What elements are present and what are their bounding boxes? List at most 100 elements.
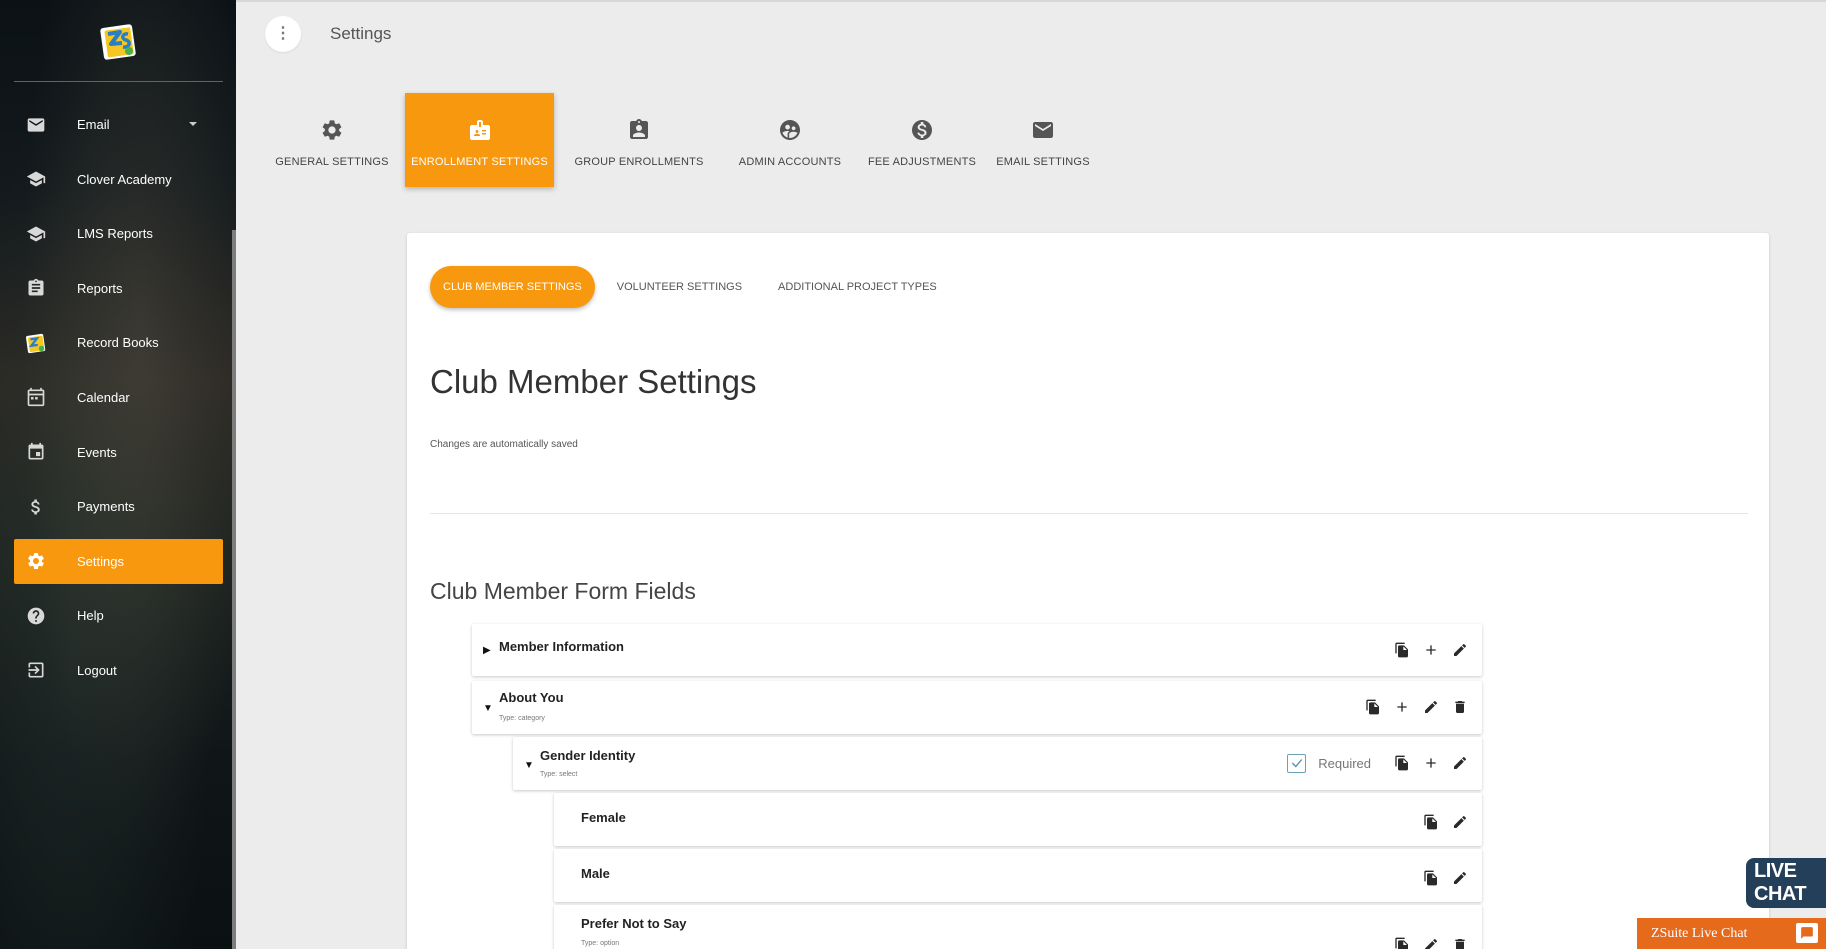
required-toggle[interactable]: Required <box>1287 753 1371 773</box>
subtab-additional-project-types[interactable]: ADDITIONAL PROJECT TYPES <box>760 266 955 308</box>
field-type: Type: category <box>499 715 545 722</box>
sidebar-item-label: Clover Academy <box>77 171 172 187</box>
dollar-icon <box>25 496 47 518</box>
sidebar-item-lms-reports[interactable]: LMS Reports <box>14 211 223 256</box>
sidebar: Email Clover Academy LMS Reports Reports… <box>0 0 236 949</box>
copy-icon <box>1394 642 1408 658</box>
tab-label: FEE ADJUSTMENTS <box>867 156 977 168</box>
sidebar-item-label: Reports <box>77 280 123 296</box>
badge-icon <box>469 120 490 140</box>
edit-button[interactable] <box>1416 693 1445 722</box>
form-fields-heading: Club Member Form Fields <box>430 578 696 604</box>
chat-bubble-icon[interactable] <box>1796 923 1818 943</box>
copy-icon <box>1365 699 1379 715</box>
copy-icon <box>1423 870 1437 886</box>
sidebar-item-label: Help <box>77 608 104 624</box>
sidebar-item-events[interactable]: Events <box>14 430 223 475</box>
sidebar-item-calendar[interactable]: Calendar <box>14 375 223 420</box>
tab-fee-adjustments[interactable]: FEE ADJUSTMENTS <box>862 93 982 187</box>
duplicate-button[interactable] <box>1387 931 1416 949</box>
sidebar-item-settings[interactable]: Settings <box>14 538 223 584</box>
check-icon <box>1291 759 1302 768</box>
edit-button[interactable] <box>1445 636 1474 665</box>
pencil-icon <box>1453 643 1466 656</box>
assignment-ind-icon <box>630 119 648 139</box>
sidebar-item-logout[interactable]: Logout <box>14 648 223 693</box>
sidebar-scrollbar[interactable] <box>232 230 236 949</box>
field-row-gender-identity[interactable]: ▼ Gender Identity Type: select Required <box>513 737 1482 790</box>
collapse-arrow-icon[interactable]: ▼ <box>524 760 534 771</box>
zsuite-logo[interactable] <box>98 20 138 62</box>
autosave-note: Changes are automatically saved <box>430 439 578 450</box>
pencil-icon <box>1453 815 1466 828</box>
page-title: Settings <box>330 24 392 43</box>
option-row-prefer-not-to-say[interactable]: Prefer Not to Say Type: option <box>554 905 1482 949</box>
option-row-female[interactable]: Female <box>554 793 1482 846</box>
add-button[interactable] <box>1416 749 1445 778</box>
duplicate-button[interactable] <box>1416 808 1445 837</box>
duplicate-button[interactable] <box>1387 636 1416 665</box>
add-button[interactable] <box>1387 693 1416 722</box>
tab-label: ADMIN ACCOUNTS <box>738 156 842 168</box>
edit-button[interactable] <box>1445 808 1474 837</box>
add-button[interactable] <box>1416 636 1445 665</box>
chevron-down-icon[interactable] <box>189 122 197 126</box>
tab-label: ENROLLMENT SETTINGS <box>411 156 548 168</box>
copy-icon <box>1423 814 1437 830</box>
topbar-border <box>236 0 1826 2</box>
tab-email-settings[interactable]: EMAIL SETTINGS <box>988 93 1098 187</box>
more-menu-button[interactable]: ⋮ <box>265 16 301 52</box>
edit-button[interactable] <box>1416 931 1445 949</box>
sidebar-item-clover-academy[interactable]: Clover Academy <box>14 157 223 202</box>
sidebar-item-email[interactable]: Email <box>14 102 223 147</box>
sidebar-item-record-books[interactable]: Record Books <box>14 320 223 365</box>
tab-general-settings[interactable]: GENERAL SETTINGS <box>272 93 392 187</box>
edit-button[interactable] <box>1445 864 1474 893</box>
pencil-icon <box>1453 871 1466 884</box>
option-label: Prefer Not to Say <box>581 916 687 931</box>
collapse-arrow-icon[interactable]: ▼ <box>483 703 493 714</box>
sidebar-item-help[interactable]: Help <box>14 593 223 638</box>
divider <box>430 513 1748 514</box>
sidebar-item-label: Calendar <box>77 389 130 405</box>
duplicate-button[interactable] <box>1387 749 1416 778</box>
sidebar-item-reports[interactable]: Reports <box>14 266 223 311</box>
tab-group-enrollments[interactable]: GROUP ENROLLMENTS <box>558 93 720 187</box>
field-row-about-you[interactable]: ▼ About You Type: category <box>472 681 1482 734</box>
tab-admin-accounts[interactable]: ADMIN ACCOUNTS <box>730 93 850 187</box>
help-icon <box>25 605 47 627</box>
clipboard-icon <box>25 277 47 299</box>
copy-icon <box>1394 937 1408 949</box>
graduation-cap-icon <box>25 223 47 245</box>
tab-enrollment-settings[interactable]: ENROLLMENT SETTINGS <box>405 93 554 187</box>
option-type: Type: option <box>581 940 620 947</box>
delete-button[interactable] <box>1445 931 1474 949</box>
duplicate-button[interactable] <box>1416 864 1445 893</box>
email-icon <box>25 114 47 136</box>
delete-button[interactable] <box>1445 693 1474 722</box>
sidebar-divider <box>14 81 223 82</box>
trash-icon <box>1454 939 1465 949</box>
live-chat-bar[interactable]: ZSuite Live Chat <box>1637 918 1826 949</box>
section-heading: Club Member Settings <box>430 363 757 400</box>
required-checkbox[interactable] <box>1287 753 1307 773</box>
option-label: Female <box>581 810 626 825</box>
field-label: About You <box>499 690 564 705</box>
option-label: Male <box>581 866 610 881</box>
edit-button[interactable] <box>1445 749 1474 778</box>
gear-icon <box>25 550 47 572</box>
live-chat-badge[interactable]: LIVE CHAT <box>1746 858 1826 908</box>
calendar-icon <box>25 386 47 408</box>
duplicate-button[interactable] <box>1358 693 1387 722</box>
sidebar-item-payments[interactable]: Payments <box>14 484 223 529</box>
event-icon <box>25 441 47 463</box>
supervised-user-icon <box>780 120 800 140</box>
expand-arrow-icon[interactable]: ▶ <box>483 645 491 656</box>
pencil-icon <box>1424 700 1437 713</box>
tab-label: GENERAL SETTINGS <box>275 156 389 168</box>
field-row-member-information[interactable]: ▶ Member Information <box>472 624 1482 676</box>
live-chat-label: ZSuite Live Chat <box>1651 925 1748 941</box>
option-row-male[interactable]: Male <box>554 849 1482 902</box>
subtab-volunteer-settings[interactable]: VOLUNTEER SETTINGS <box>599 266 760 308</box>
subtab-club-member-settings[interactable]: CLUB MEMBER SETTINGS <box>430 266 595 308</box>
